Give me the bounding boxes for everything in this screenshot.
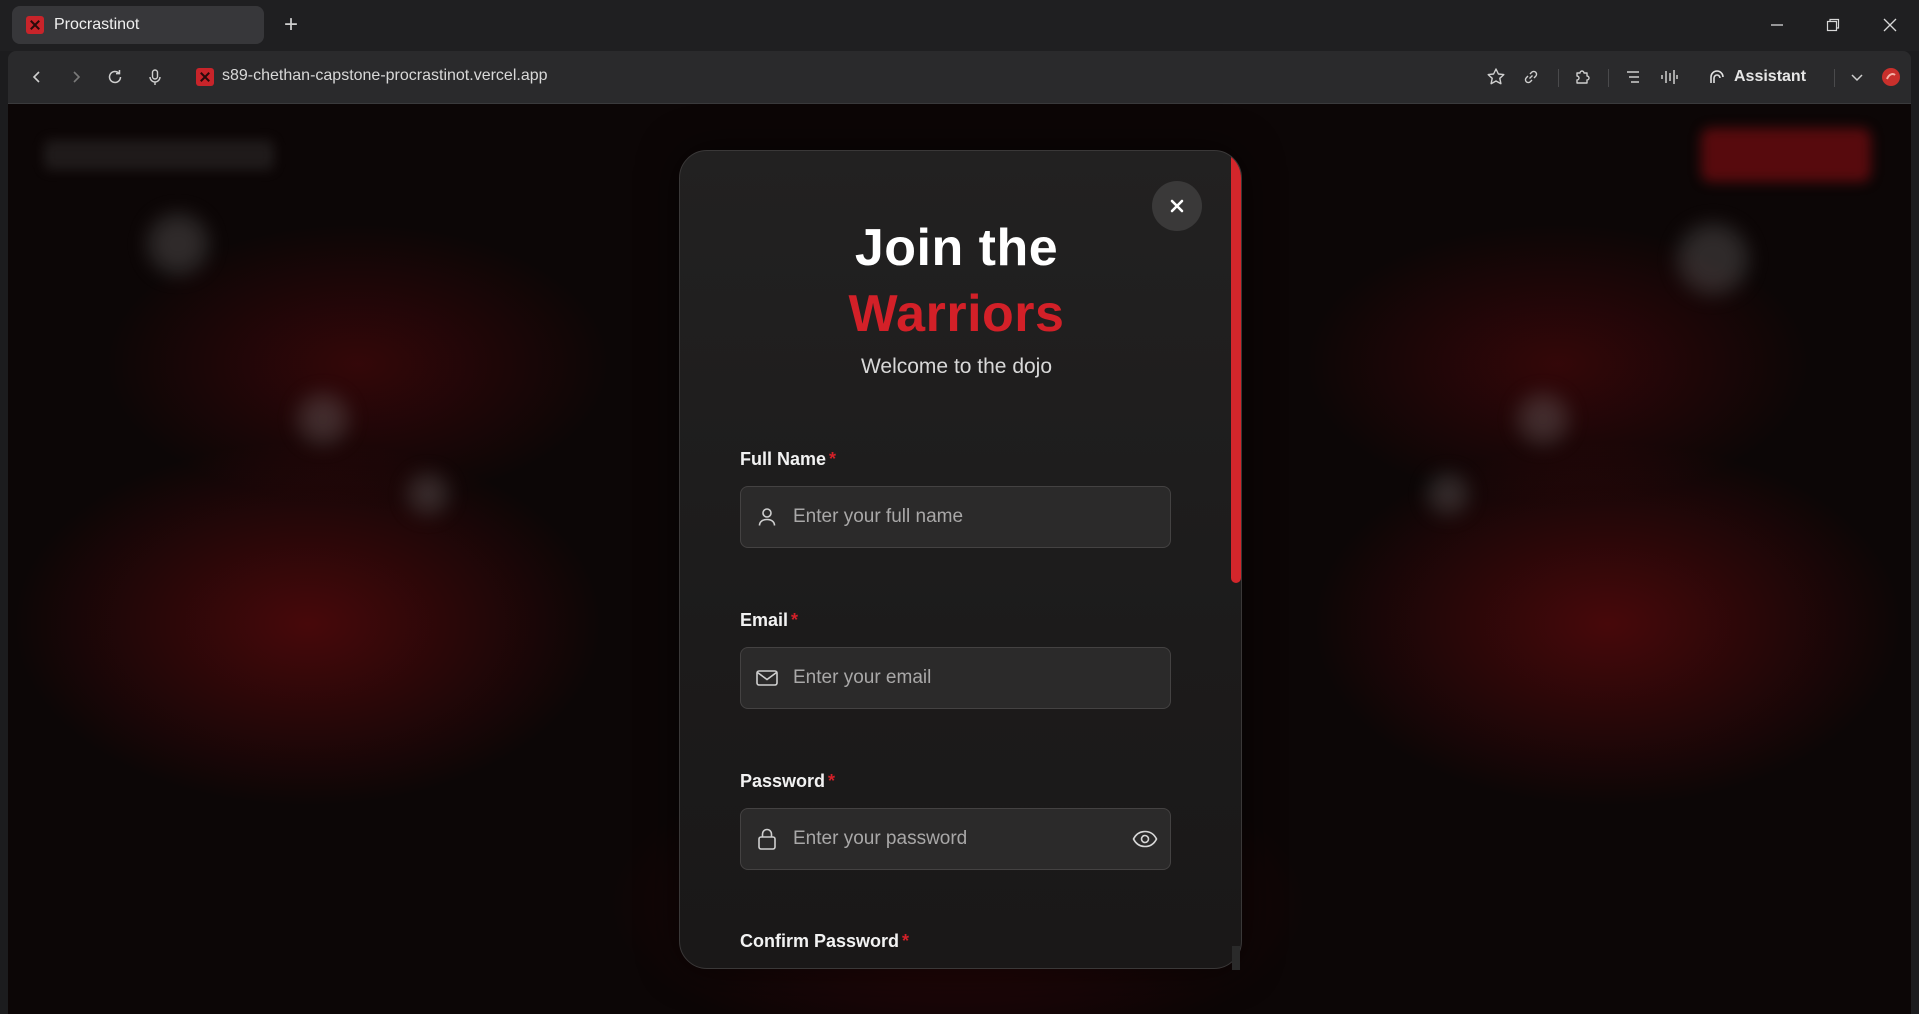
password-input[interactable] (791, 810, 1120, 868)
required-mark: * (829, 449, 837, 469)
bookmark-star-icon[interactable] (1483, 64, 1509, 90)
title-line-2: Warriors (848, 285, 1065, 343)
restore-icon[interactable] (1818, 10, 1848, 40)
forward-icon[interactable] (63, 64, 89, 90)
blurred-decoration (148, 214, 208, 274)
full-name-label: Full Name * (740, 449, 836, 470)
address-bar[interactable]: s89-chethan-capstone-procrastinot.vercel… (222, 67, 548, 85)
reload-icon[interactable] (102, 64, 128, 90)
url-favicon-icon (196, 68, 214, 86)
assistant-label: Assistant (1734, 68, 1807, 85)
site-favicon-icon (26, 16, 44, 34)
browser-tab[interactable]: Procrastinot (12, 6, 264, 44)
password-label-text: Password (740, 771, 826, 791)
tab-title: Procrastinot (54, 16, 140, 33)
extensions-icon[interactable] (1570, 64, 1596, 90)
full-name-label-text: Full Name (740, 449, 827, 469)
assistant-button[interactable]: Assistant (1708, 64, 1806, 90)
title-line-1: Join the (854, 219, 1059, 277)
email-label-text: Email (740, 610, 789, 630)
microphone-icon[interactable] (142, 64, 168, 90)
chevron-down-icon[interactable] (1844, 64, 1870, 90)
password-field (740, 808, 1171, 870)
blurred-decoration (1428, 474, 1468, 514)
blurred-header-button (1701, 128, 1871, 182)
modal-title: Join the Warriors (680, 215, 1233, 347)
audio-wave-icon[interactable] (1656, 64, 1682, 90)
tab-bar: Procrastinot + (0, 0, 1919, 51)
blurred-decoration (298, 394, 348, 444)
scrollbar-track-end (1232, 946, 1240, 970)
minimize-icon[interactable] (1762, 10, 1792, 40)
email-label: Email * (740, 610, 798, 631)
confirm-password-label-text: Confirm Password (740, 931, 900, 951)
show-password-icon[interactable] (1120, 809, 1170, 869)
full-name-field (740, 486, 1171, 548)
user-icon (741, 487, 791, 547)
blurred-logo (44, 140, 274, 170)
mail-icon (741, 648, 791, 708)
close-window-icon[interactable] (1875, 10, 1905, 40)
close-icon (1170, 199, 1184, 213)
assistant-icon (1710, 70, 1724, 83)
required-mark: * (791, 610, 799, 630)
lock-icon (741, 809, 791, 869)
link-icon[interactable] (1518, 64, 1544, 90)
new-tab-button[interactable]: + (278, 12, 304, 38)
confirm-password-label: Confirm Password * (740, 931, 909, 952)
back-icon[interactable] (24, 64, 50, 90)
full-name-input[interactable] (791, 488, 1170, 546)
reading-list-icon[interactable] (1620, 64, 1646, 90)
required-mark: * (828, 771, 836, 791)
blurred-decoration (408, 474, 448, 514)
browser-toolbar: s89-chethan-capstone-procrastinot.vercel… (8, 51, 1911, 104)
modal-subtitle: Welcome to the dojo (860, 355, 1053, 378)
required-mark: * (902, 931, 910, 951)
password-label: Password * (740, 771, 835, 792)
blurred-decoration (1518, 394, 1568, 444)
profile-icon[interactable] (1878, 64, 1904, 90)
email-field (740, 647, 1171, 709)
email-input[interactable] (791, 649, 1170, 707)
signup-modal: Join the Warriors Welcome to the dojo Fu… (679, 150, 1242, 969)
blurred-decoration (1678, 224, 1748, 294)
